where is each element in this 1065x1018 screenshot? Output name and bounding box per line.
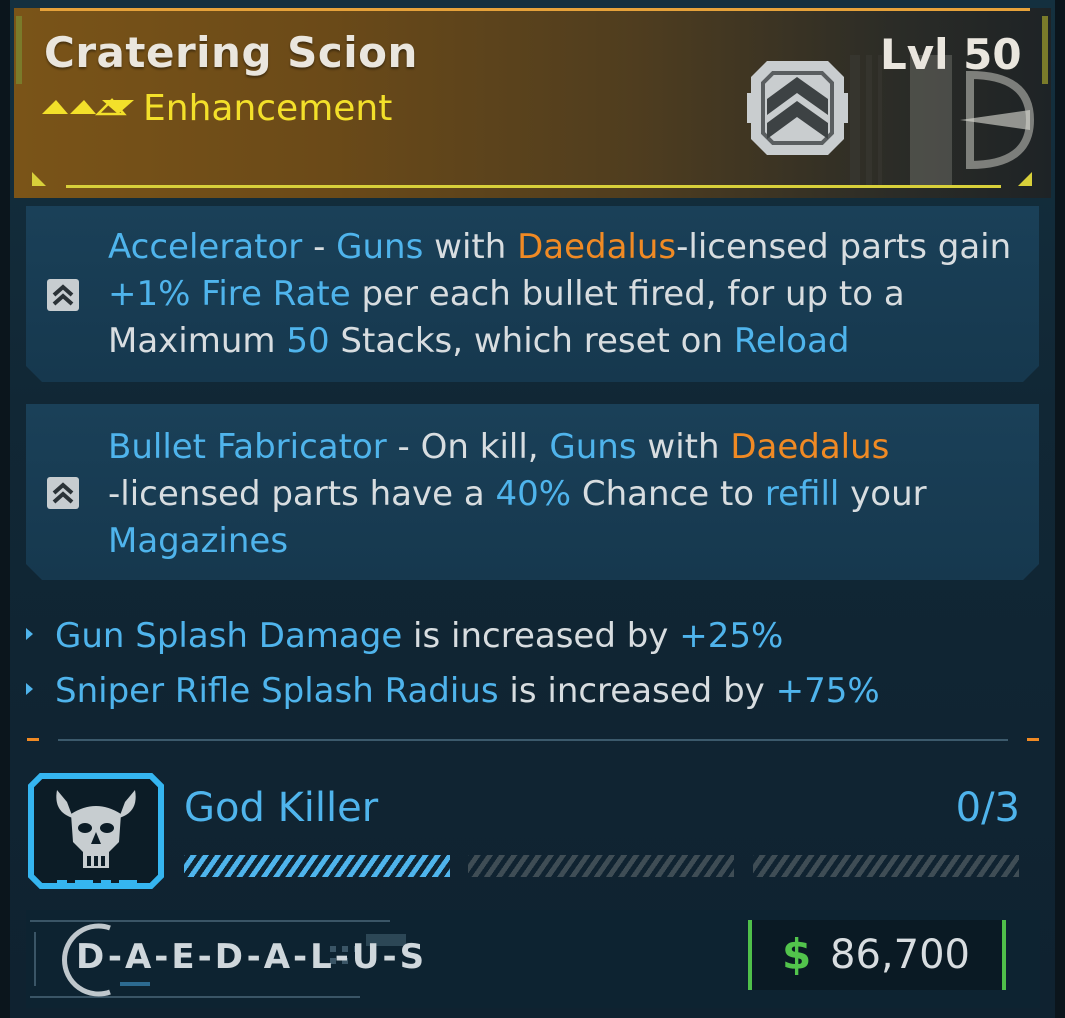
header-edge-left [16,16,22,84]
perk-keyword: Guns [336,227,424,267]
perk-panel-accelerator: Accelerator - Guns with Daedalus-license… [26,206,1039,382]
chevron-up-perk-icon [46,476,80,510]
manufacturer-name: D-A-E-D-A-L-U-S [76,937,428,977]
perk-keyword: Reload [733,321,850,361]
header-top-line [40,8,1030,11]
currency-dollar-icon: $ [782,930,812,979]
item-name: Cratering Scion [44,28,418,77]
perk-manufacturer: Daedalus [730,427,890,467]
stat-value: +75% [775,671,880,711]
item-type: Enhancement [143,88,393,129]
chevron-up-perk-icon [46,278,80,312]
perk-text-segment: Chance to [571,474,765,514]
item-level: Lvl 50 [880,30,1022,79]
daedalus-emblem-icon [747,61,848,155]
stat-value: +25% [679,616,784,656]
progress-segment-3 [753,855,1019,877]
perk-name: Bullet Fabricator [108,427,387,467]
perk-keyword: 50 [286,321,330,361]
perk-panel-bullet-fabricator: Bullet Fabricator - On kill, Guns with D… [26,404,1039,580]
stat-line-gun-splash-damage: Gun Splash Damage is increased by +25% [26,614,783,658]
perk-text-segment: with [636,427,731,467]
perk-text-segment: your [839,474,927,514]
header-corner-left [32,172,46,186]
perk-text-segment: -licensed parts have a [108,474,496,514]
perk-description: Bullet Fabricator - On kill, Guns with D… [108,424,1028,565]
divider-accent-left [27,738,39,741]
perk-text-segment: with [423,227,518,267]
header-corner-right [1018,172,1032,186]
perk-keyword: refill [764,474,840,514]
section-divider [58,739,1008,741]
challenge-progress: 0/3 [955,785,1020,831]
header-bottom-line [66,185,1001,188]
stat-text: is increased by [498,671,776,711]
perk-keyword: Guns [549,427,637,467]
perk-keyword: 40% [495,474,572,514]
price-value: 86,700 [830,932,970,978]
perk-text-segment: Stacks, which reset on [329,321,734,361]
god-killer-skull-icon [28,773,164,889]
perk-name: Accelerator [108,227,303,267]
item-card: Cratering Scion Enhancement Lvl 50 Accel… [0,0,1065,1018]
stat-name: Sniper Rifle Splash Radius [55,671,499,711]
card-frame-left [0,0,10,1018]
perk-keyword: Magazines [108,521,289,561]
perk-keyword: +1% Fire Rate [108,274,351,314]
divider-accent-right [1027,738,1039,741]
perk-text-segment: - [302,227,337,267]
perk-text-segment: - On kill, [386,427,550,467]
stat-name: Gun Splash Damage [55,616,403,656]
progress-segment-1 [184,855,450,877]
perk-text-segment: -licensed parts gain [676,227,1012,267]
challenge-name: God Killer [184,785,379,831]
card-frame-right [1055,0,1065,1018]
perk-description: Accelerator - Guns with Daedalus-license… [108,224,1028,365]
perk-manufacturer: Daedalus [517,227,677,267]
stat-line-sniper-splash-radius: Sniper Rifle Splash Radius is increased … [26,669,880,713]
bullet-arrow-icon [26,627,33,640]
bullet-arrow-icon [26,682,33,695]
stat-text: is increased by [402,616,680,656]
rarity-chevrons-icon [42,98,134,116]
progress-segment-2 [468,855,734,877]
header-edge-right [1042,16,1048,84]
